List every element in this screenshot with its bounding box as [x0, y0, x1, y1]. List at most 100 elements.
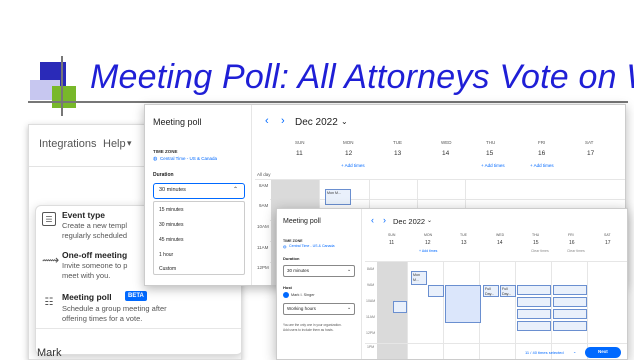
day-dow: MON [424, 233, 433, 237]
day-dow: FRI [568, 233, 574, 237]
clear-times-link[interactable]: Clear times [567, 249, 585, 253]
chevron-up-icon: ⌃ [233, 187, 239, 193]
globe-icon: ◍ [153, 156, 158, 162]
day-dow: THU [532, 233, 540, 237]
duration-option-45[interactable]: 45 minutes [159, 237, 183, 243]
poll-front-host-label: Host [283, 285, 292, 290]
chevron-down-icon: ⌄ [347, 305, 352, 311]
duration-option-custom[interactable]: Custom [159, 266, 176, 272]
calendar-event-label: Mon M... [327, 191, 341, 195]
selection-count: 11 / 40 times selected [525, 350, 564, 355]
one-off-link-icon: ⟿ [42, 253, 60, 267]
calendar-event[interactable]: Full Day... [500, 285, 516, 297]
poll-list-icon: ☷ [44, 297, 54, 308]
poll-front-duration-value: 30 minutes [287, 268, 310, 273]
menu-item-meeting-poll[interactable]: Meeting poll [62, 292, 112, 302]
nav-integrations[interactable]: Integrations [39, 138, 96, 150]
calendar-event[interactable] [393, 301, 407, 313]
globe-icon: ◍ [283, 244, 287, 249]
calendar-event[interactable] [428, 285, 444, 297]
day-num: 15 [486, 150, 494, 157]
selected-time-block[interactable] [445, 285, 481, 323]
title-decoration-hbar [28, 101, 628, 103]
grid-vline [443, 261, 444, 359]
duration-option-15[interactable]: 15 minutes [159, 207, 183, 213]
prev-week-icon[interactable]: ‹ [371, 215, 374, 225]
day-num: 17 [605, 240, 611, 246]
grid-vline [515, 261, 516, 359]
poll-front-sidebar-divider [361, 209, 362, 359]
add-times-link[interactable]: + Add times [481, 163, 505, 168]
poll-front-duration-label: Duration [283, 256, 300, 261]
selected-time-block[interactable] [517, 297, 551, 307]
hour-label: 10AM [257, 224, 269, 229]
day-dow: SUN [295, 140, 305, 145]
poll-back-sidebar-divider [251, 105, 252, 285]
prev-week-icon[interactable]: ‹ [265, 115, 269, 127]
chevron-down-icon: ⌄ [347, 267, 352, 273]
dropdown-divider [36, 328, 241, 329]
poll-back-duration-value: 30 minutes [159, 187, 186, 193]
add-times-link[interactable]: + Add times [530, 163, 554, 168]
calendar-event[interactable]: Full Day... [483, 285, 499, 297]
day-dow: TUE [393, 140, 402, 145]
calendar-event[interactable]: Mon M... [411, 271, 427, 285]
duration-option-1h[interactable]: 1 hour [159, 252, 173, 258]
month-chevron-icon: ⌄ [341, 117, 348, 126]
menu-item-meeting-poll-desc2: offering times for a vote. [62, 314, 143, 323]
poll-front-heading: Meeting poll [283, 218, 321, 225]
menu-item-event-type[interactable]: Event type [62, 210, 105, 220]
selected-time-block[interactable] [553, 285, 587, 295]
selected-time-block[interactable] [517, 285, 551, 295]
hour-label: 10AM [366, 299, 376, 303]
selected-time-block[interactable] [553, 321, 587, 331]
day-dow: WED [496, 233, 505, 237]
avatar [283, 292, 289, 298]
next-week-icon[interactable]: › [281, 115, 285, 127]
add-times-link[interactable]: + Add times [341, 163, 365, 168]
calendar-event-label: Full Day... [502, 287, 512, 296]
menu-item-one-off[interactable]: One-off meeting [62, 250, 127, 260]
day-num: 14 [442, 150, 450, 157]
calendar-event[interactable]: Mon M... [325, 189, 351, 205]
selected-time-block[interactable] [517, 321, 551, 331]
duration-option-30[interactable]: 30 minutes [159, 222, 183, 228]
footer-divider [365, 343, 627, 344]
calendar-event-label: Full Day... [485, 287, 495, 296]
day-dow: SAT [604, 233, 611, 237]
menu-item-one-off-desc2: meet with you. [62, 271, 111, 280]
poll-front-month[interactable]: Dec 2022 [393, 217, 425, 226]
month-chevron-icon: ⌄ [427, 218, 433, 224]
next-week-icon[interactable]: › [383, 215, 386, 225]
hour-label: 12PM [257, 265, 269, 270]
beta-badge: BETA [125, 291, 147, 301]
nav-help[interactable]: Help [103, 138, 126, 150]
slide-title: Meeting Poll: All Attorneys Vote on When [90, 58, 634, 96]
day-num: 11 [389, 240, 395, 246]
host-note-line1: You are the only one in your organizatio… [283, 323, 342, 327]
help-chevron-icon: ▾ [127, 138, 132, 148]
menu-item-one-off-desc1: Invite someone to p [62, 261, 128, 270]
day-num: 14 [497, 240, 503, 246]
poll-front-tz-value[interactable]: Central Time - US & Canada [289, 244, 335, 248]
hour-label: 12PM [366, 331, 376, 335]
day-num: 12 [345, 150, 353, 157]
day-num: 17 [587, 150, 595, 157]
grid-vline [551, 261, 552, 359]
slide: Meeting Poll: All Attorneys Vote on When… [0, 0, 634, 360]
add-times-link[interactable]: + Add times [419, 249, 437, 253]
poll-back-tz-label: TIME ZONE [153, 149, 178, 154]
poll-back-month[interactable]: Dec 2022 [295, 117, 338, 128]
selected-time-block[interactable] [553, 297, 587, 307]
grid-vline [407, 261, 408, 359]
poll-back-tz-value[interactable]: Central Time - US & Canada [160, 156, 217, 161]
poll-front-host-name: Mark I. Singer [291, 293, 315, 297]
day-num: 16 [569, 240, 575, 246]
hour-label: 8AM [259, 183, 269, 188]
poll-back-heading: Meeting poll [153, 117, 202, 127]
selected-time-block[interactable] [553, 309, 587, 319]
day-num: 13 [461, 240, 467, 246]
clear-times-link[interactable]: Clear times [531, 249, 549, 253]
selected-time-block[interactable] [517, 309, 551, 319]
title-decoration-square-green [52, 86, 76, 108]
